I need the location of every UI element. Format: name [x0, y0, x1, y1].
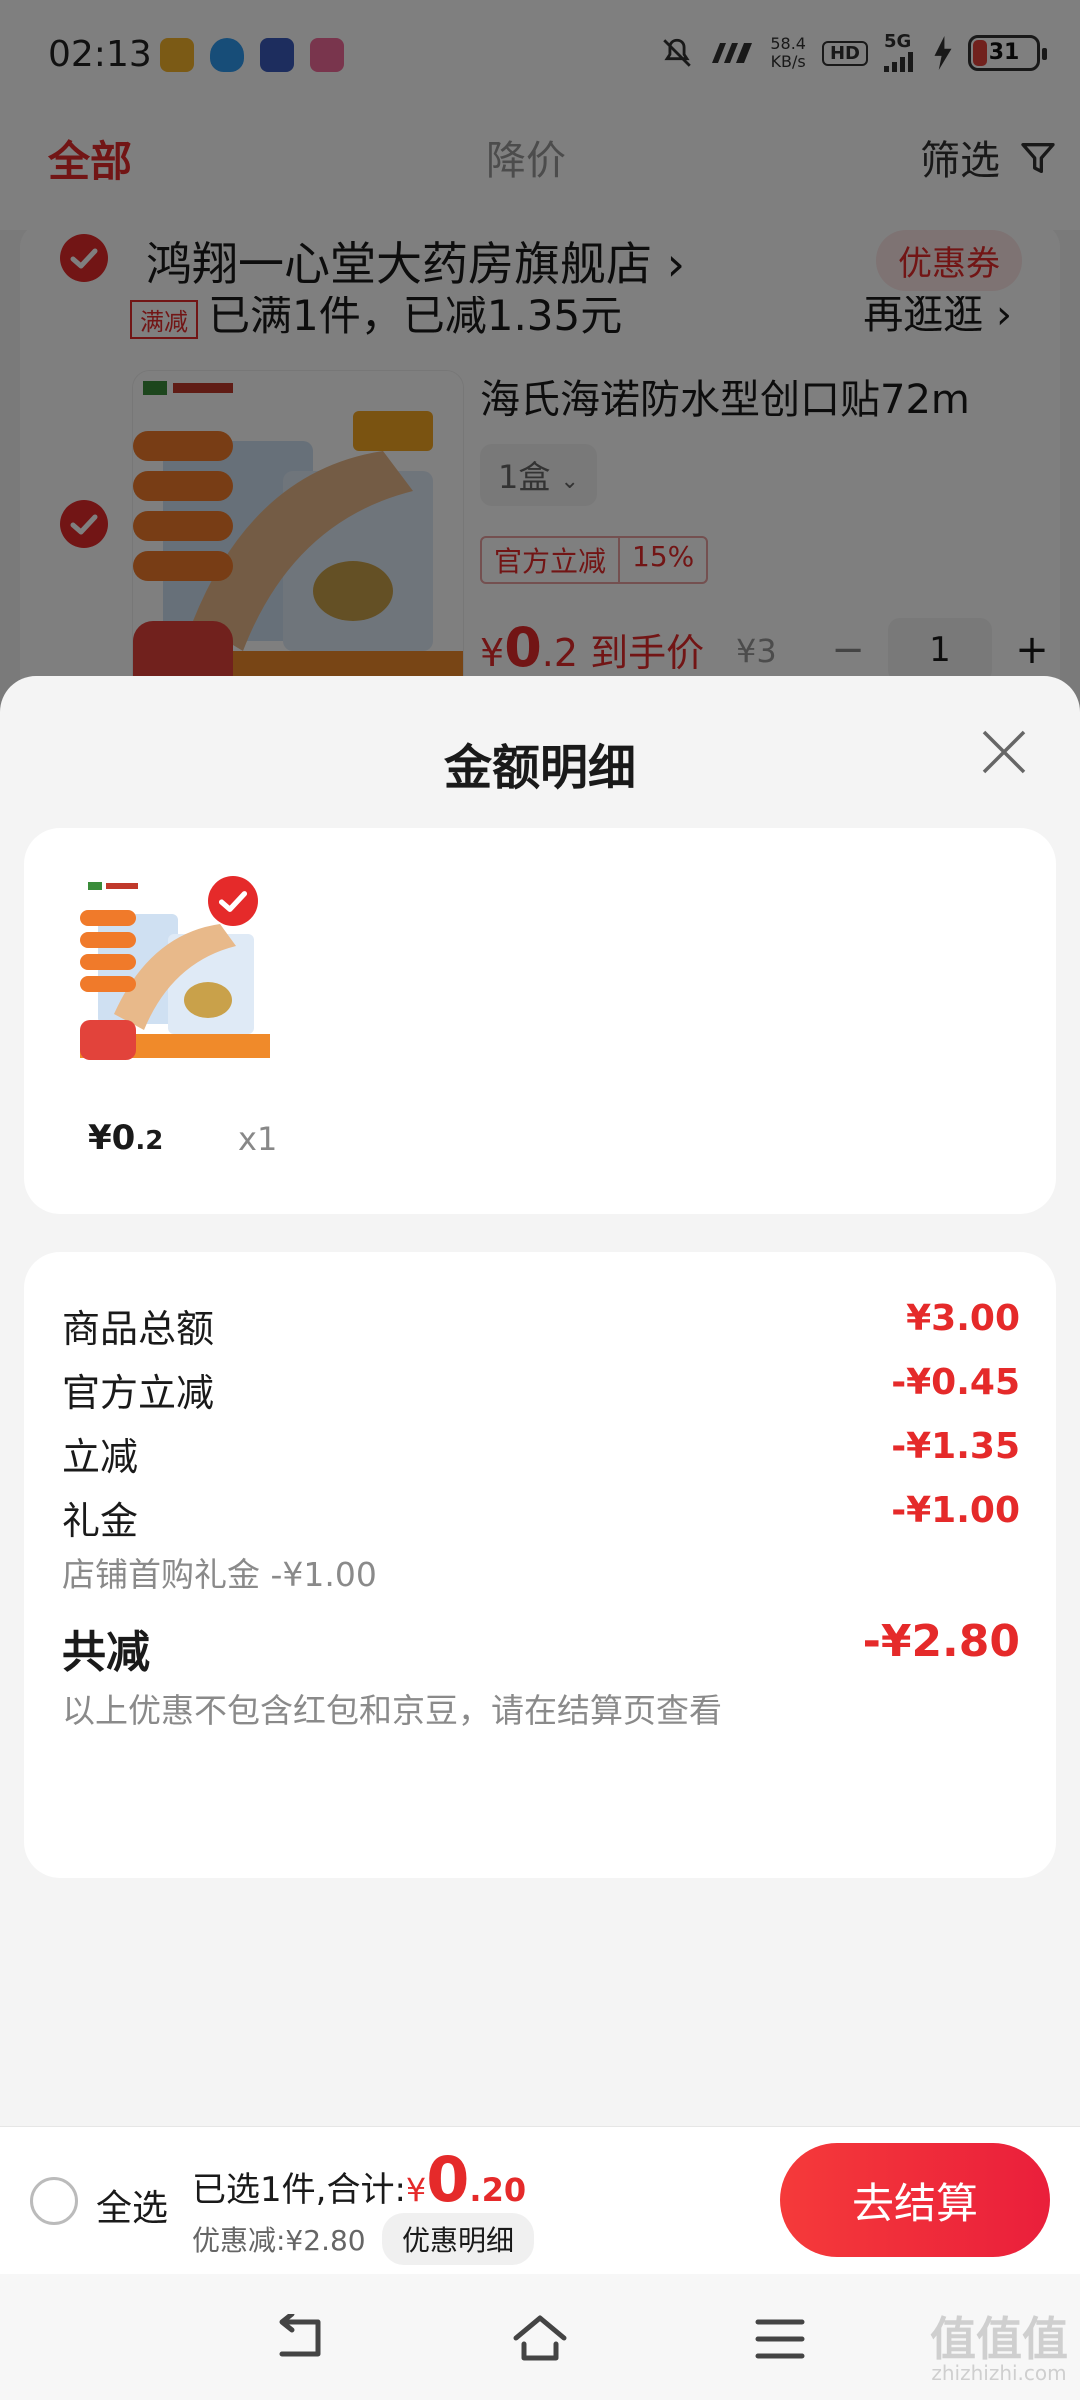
total-discount-note: 以上优惠不包含红包和京豆，请在结算页查看	[62, 1691, 722, 1730]
amount-breakdown-card: 商品总额 ¥3.00 官方立减 -¥0.45 立减 -¥1.35 礼金 -¥1.…	[24, 1252, 1056, 1878]
system-nav-bar	[0, 2274, 1080, 2400]
item-price: ¥0.2	[88, 1118, 163, 1158]
total-discount-value: -¥2.80	[862, 1616, 1020, 1667]
selected-items-card: ¥0.2 x1	[24, 828, 1056, 1214]
row-subtotal-label: 商品总额	[62, 1307, 215, 1351]
row-official-discount-value: -¥0.45	[891, 1362, 1020, 1403]
item-price-dec: .2	[135, 1126, 164, 1156]
home-icon[interactable]	[512, 2314, 568, 2364]
close-icon[interactable]	[976, 724, 1032, 780]
row-official-discount-label: 官方立减	[62, 1371, 215, 1415]
select-all-label[interactable]: 全选	[96, 2179, 168, 2231]
total-discount-label: 共减	[62, 1627, 150, 1678]
row-subtotal-value: ¥3.00	[906, 1298, 1020, 1339]
discount-summary: 优惠减:¥2.80	[192, 2224, 366, 2257]
watermark-main: 值值值	[930, 2312, 1068, 2366]
selection-summary: 已选1件,合计:¥0.20	[192, 2143, 526, 2216]
selection-prefix: 已选1件,合计:	[192, 2170, 406, 2210]
site-watermark: 值值值 zhizhizhi.com	[930, 2316, 1068, 2384]
row-instant-discount-value: -¥1.35	[891, 1426, 1020, 1467]
row-gift-value: -¥1.00	[891, 1490, 1020, 1531]
menu-icon[interactable]	[752, 2314, 808, 2364]
watermark-sub: zhizhizhi.com	[931, 2361, 1067, 2385]
back-icon[interactable]	[272, 2314, 328, 2364]
item-quantity: x1	[238, 1120, 278, 1158]
row-instant-discount-label: 立减	[62, 1435, 139, 1479]
cart-screen: 02:13 58.4KB/s HD 5G 31	[0, 0, 1080, 2400]
checkout-button[interactable]: 去结算	[780, 2143, 1050, 2257]
select-all-radio[interactable]	[30, 2177, 78, 2225]
total-int: 0	[426, 2143, 470, 2216]
row-gift-sub: 店铺首购礼金 -¥1.00	[62, 1555, 377, 1594]
sheet-title: 金额明细	[443, 740, 636, 796]
discount-detail-button[interactable]: 优惠明细	[382, 2213, 535, 2265]
total-dec: .20	[469, 2171, 527, 2209]
check-icon	[218, 891, 248, 912]
checkout-bar: 全选 已选1件,合计:¥0.20 优惠减:¥2.80 优惠明细 去结算	[0, 2126, 1080, 2274]
row-gift-label: 礼金	[62, 1499, 139, 1543]
total-currency: ¥	[405, 2171, 427, 2209]
item-checkbox[interactable]	[208, 876, 258, 926]
item-price-int: ¥0	[88, 1118, 136, 1158]
